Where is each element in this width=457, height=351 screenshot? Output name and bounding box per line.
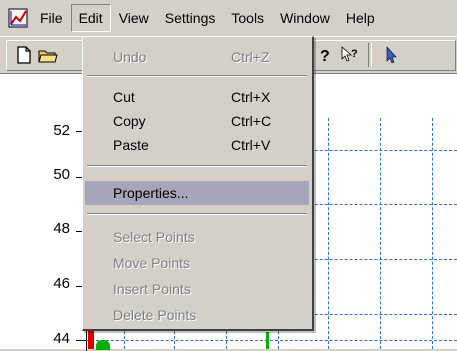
menu-item-label: Insert Points — [113, 281, 191, 297]
y-tick-mark — [76, 340, 86, 341]
grid-line-horizontal — [86, 340, 457, 341]
svg-text:?: ? — [351, 48, 358, 60]
toolbar-separator — [368, 43, 372, 67]
svg-text:?: ? — [320, 48, 330, 65]
menu-item-label: Copy — [113, 113, 146, 129]
menu-item-undo[interactable]: Undo Ctrl+Z — [85, 45, 309, 69]
menu-item-label: Paste — [113, 137, 149, 153]
menu-file[interactable]: File — [32, 4, 71, 32]
new-document-icon[interactable] — [14, 45, 34, 65]
menu-item-delete-points[interactable]: Delete Points — [85, 303, 309, 327]
menu-item-shortcut: Ctrl+V — [231, 137, 271, 153]
menu-window[interactable]: Window — [272, 4, 338, 32]
y-tick-label: 44 — [53, 330, 70, 347]
menu-item-shortcut: Ctrl+Z — [231, 49, 270, 65]
menu-item-label: Delete Points — [113, 307, 197, 323]
menu-item-label: Move Points — [113, 255, 191, 271]
menu-item-select-points[interactable]: Select Points — [85, 225, 309, 249]
chart-app-icon[interactable] — [8, 7, 30, 29]
red-data-marker — [88, 330, 94, 349]
menu-help[interactable]: Help — [338, 4, 383, 32]
menu-edit[interactable]: Edit — [70, 4, 111, 32]
grid-line-vertical — [432, 118, 433, 349]
menu-item-shortcut: Ctrl+X — [231, 89, 271, 105]
menu-item-shortcut: Ctrl+C — [231, 113, 272, 129]
menu-separator — [87, 213, 307, 215]
menu-item-label: Select Points — [113, 229, 195, 245]
context-help-icon[interactable]: ? — [340, 45, 360, 65]
menu-item-insert-points[interactable]: Insert Points — [85, 277, 309, 301]
green-data-marker — [266, 332, 269, 349]
grid-line-vertical — [328, 118, 329, 349]
y-tick-label: 46 — [53, 275, 70, 292]
menu-item-label: Cut — [113, 89, 135, 105]
y-tick-label: 52 — [53, 122, 70, 139]
y-tick-label: 50 — [53, 166, 70, 183]
menu-item-paste[interactable]: Paste Ctrl+V — [85, 133, 309, 157]
menu-item-copy[interactable]: Copy Ctrl+C — [85, 109, 309, 133]
menu-item-properties[interactable]: Properties... — [85, 181, 309, 205]
menu-item-label: Undo — [113, 49, 147, 65]
menu-item-cut[interactable]: Cut Ctrl+X — [85, 85, 309, 109]
grid-line-vertical — [380, 118, 381, 349]
menu-separator — [87, 75, 307, 77]
menu-settings[interactable]: Settings — [157, 4, 224, 32]
menu-view[interactable]: View — [111, 4, 157, 32]
open-folder-icon[interactable] — [38, 45, 58, 65]
menu-separator — [87, 165, 307, 167]
y-tick-label: 48 — [53, 220, 70, 237]
menu-tools[interactable]: Tools — [223, 4, 272, 32]
menu-bar: File Edit View Settings Tools Window Hel… — [0, 0, 457, 36]
edit-menu-dropdown: Undo Ctrl+Z Cut Ctrl+X Copy Ctrl+C Paste… — [82, 36, 314, 331]
menu-item-label: Properties... — [113, 185, 189, 201]
menu-item-move-points[interactable]: Move Points — [85, 251, 309, 275]
help-icon[interactable]: ? — [316, 45, 336, 65]
pointer-icon[interactable] — [382, 45, 402, 65]
